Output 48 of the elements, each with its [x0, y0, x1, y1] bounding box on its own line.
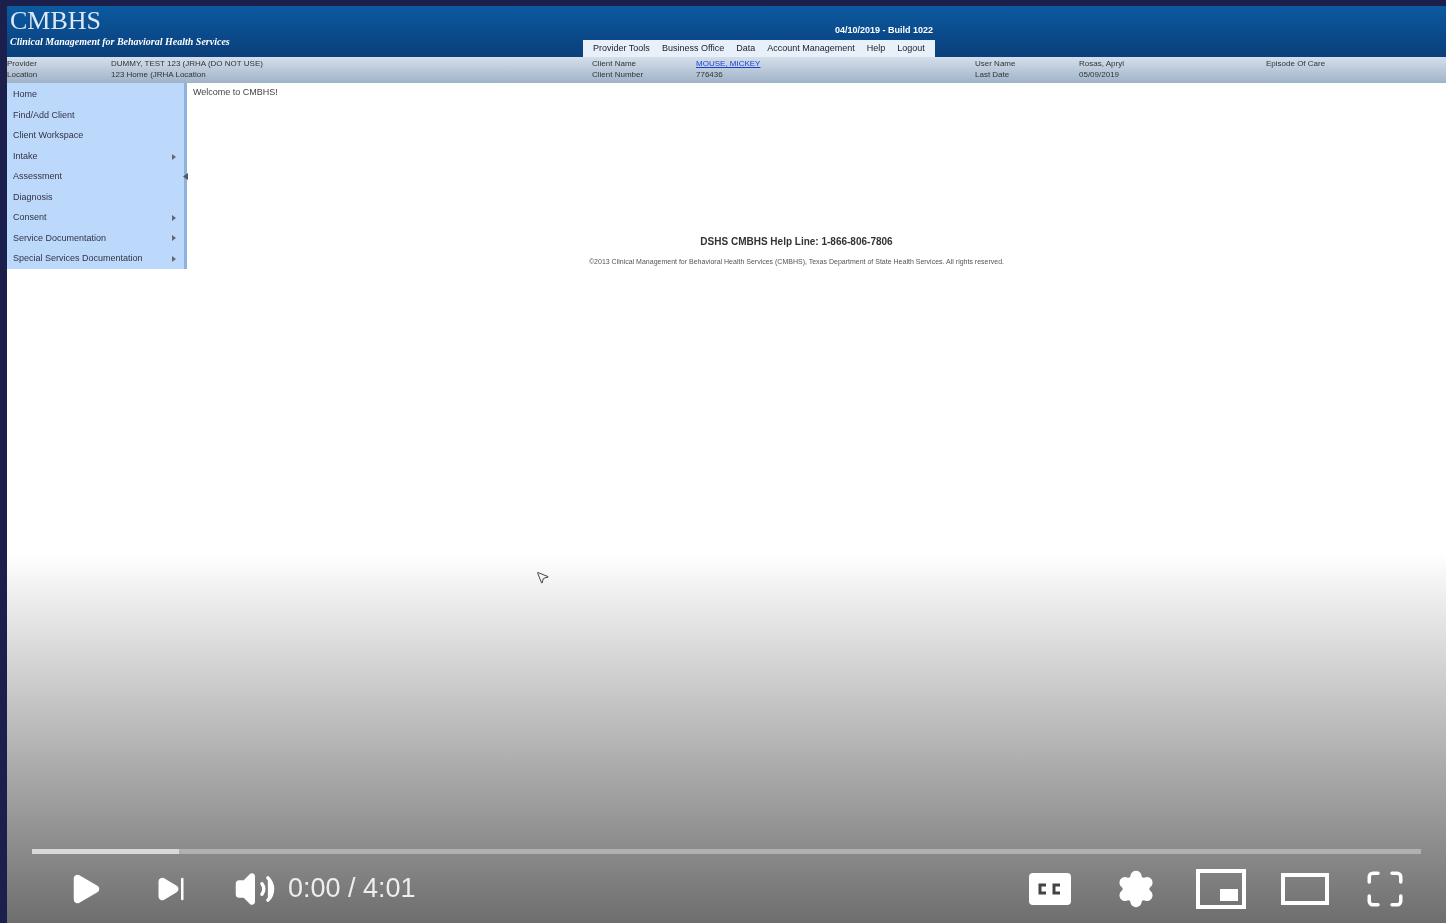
sidebar-item[interactable]: Diagnosis [7, 187, 184, 208]
info-value: 05/09/2019 [1079, 69, 1120, 80]
info-value: DUMMY, TEST 123 (JRHA (DO NOT USE) [111, 58, 263, 69]
miniplayer-icon [1196, 868, 1246, 909]
info-value: Rosas, Apryl [1079, 58, 1124, 69]
sidebar-item[interactable]: Intake [7, 146, 184, 167]
theater-icon [1281, 872, 1329, 905]
help-line: DSHS CMBHS Help Line: 1-866-806-7806 [700, 234, 893, 249]
nav-link[interactable]: Provider Tools [593, 41, 650, 56]
logo: CMBHS [10, 6, 103, 36]
info-label: User Name [975, 58, 1017, 69]
nav-link[interactable]: Account Management [767, 41, 855, 56]
sidebar-item[interactable]: Special Services Documentation [7, 248, 184, 269]
nav-link[interactable]: Data [736, 41, 756, 56]
sidebar-item[interactable]: Find/Add Client [7, 105, 184, 126]
info-label: Last Date [975, 69, 1011, 80]
miniplayer-button[interactable] [1196, 868, 1246, 909]
build-info: 04/10/2019 - Build 1022 [833, 23, 933, 37]
sidebar-item[interactable]: Assessment [7, 166, 184, 188]
submenu-arrow-icon [172, 153, 176, 160]
info-value: 123 Home (JRHA Location [111, 69, 206, 80]
client-link[interactable]: MOUSE, MICKEY [696, 58, 761, 69]
sidebar-item[interactable]: Consent [7, 207, 184, 229]
time-display: 0:00 / 4:01 [288, 872, 416, 906]
captions-button[interactable] [1029, 872, 1071, 905]
app-subtitle: Clinical Management for Behavioral Health Services [10, 36, 231, 48]
info-label: Client Name [592, 58, 637, 69]
theater-button[interactable] [1281, 872, 1329, 905]
settings-button[interactable] [1116, 868, 1156, 909]
submenu-arrow-icon [172, 235, 176, 242]
info-label: Episode Of Care [1266, 58, 1327, 69]
info-value: 776436 [696, 69, 723, 80]
info-label: Provider [7, 58, 38, 69]
welcome-text: Welcome to CMBHS! [192, 86, 279, 99]
captions-icon [1029, 872, 1071, 905]
info-label: Location [7, 69, 39, 80]
info-label: Client Number [592, 69, 645, 80]
submenu-arrow-icon [172, 214, 176, 221]
nav-link[interactable]: Business Office [661, 41, 725, 56]
progress-track[interactable] [32, 849, 1421, 854]
submenu-arrow-icon [172, 255, 176, 262]
nav-link[interactable]: Help [866, 41, 886, 56]
nav-link[interactable]: Logout [897, 41, 925, 56]
sidebar-item[interactable]: Service Documentation [7, 228, 184, 249]
sidebar-item[interactable]: Client Workspace [7, 125, 184, 147]
mouse-cursor-icon [535, 570, 550, 585]
collapse-arrow-icon[interactable] [183, 173, 188, 180]
sidebar-item[interactable]: Home [7, 85, 184, 106]
